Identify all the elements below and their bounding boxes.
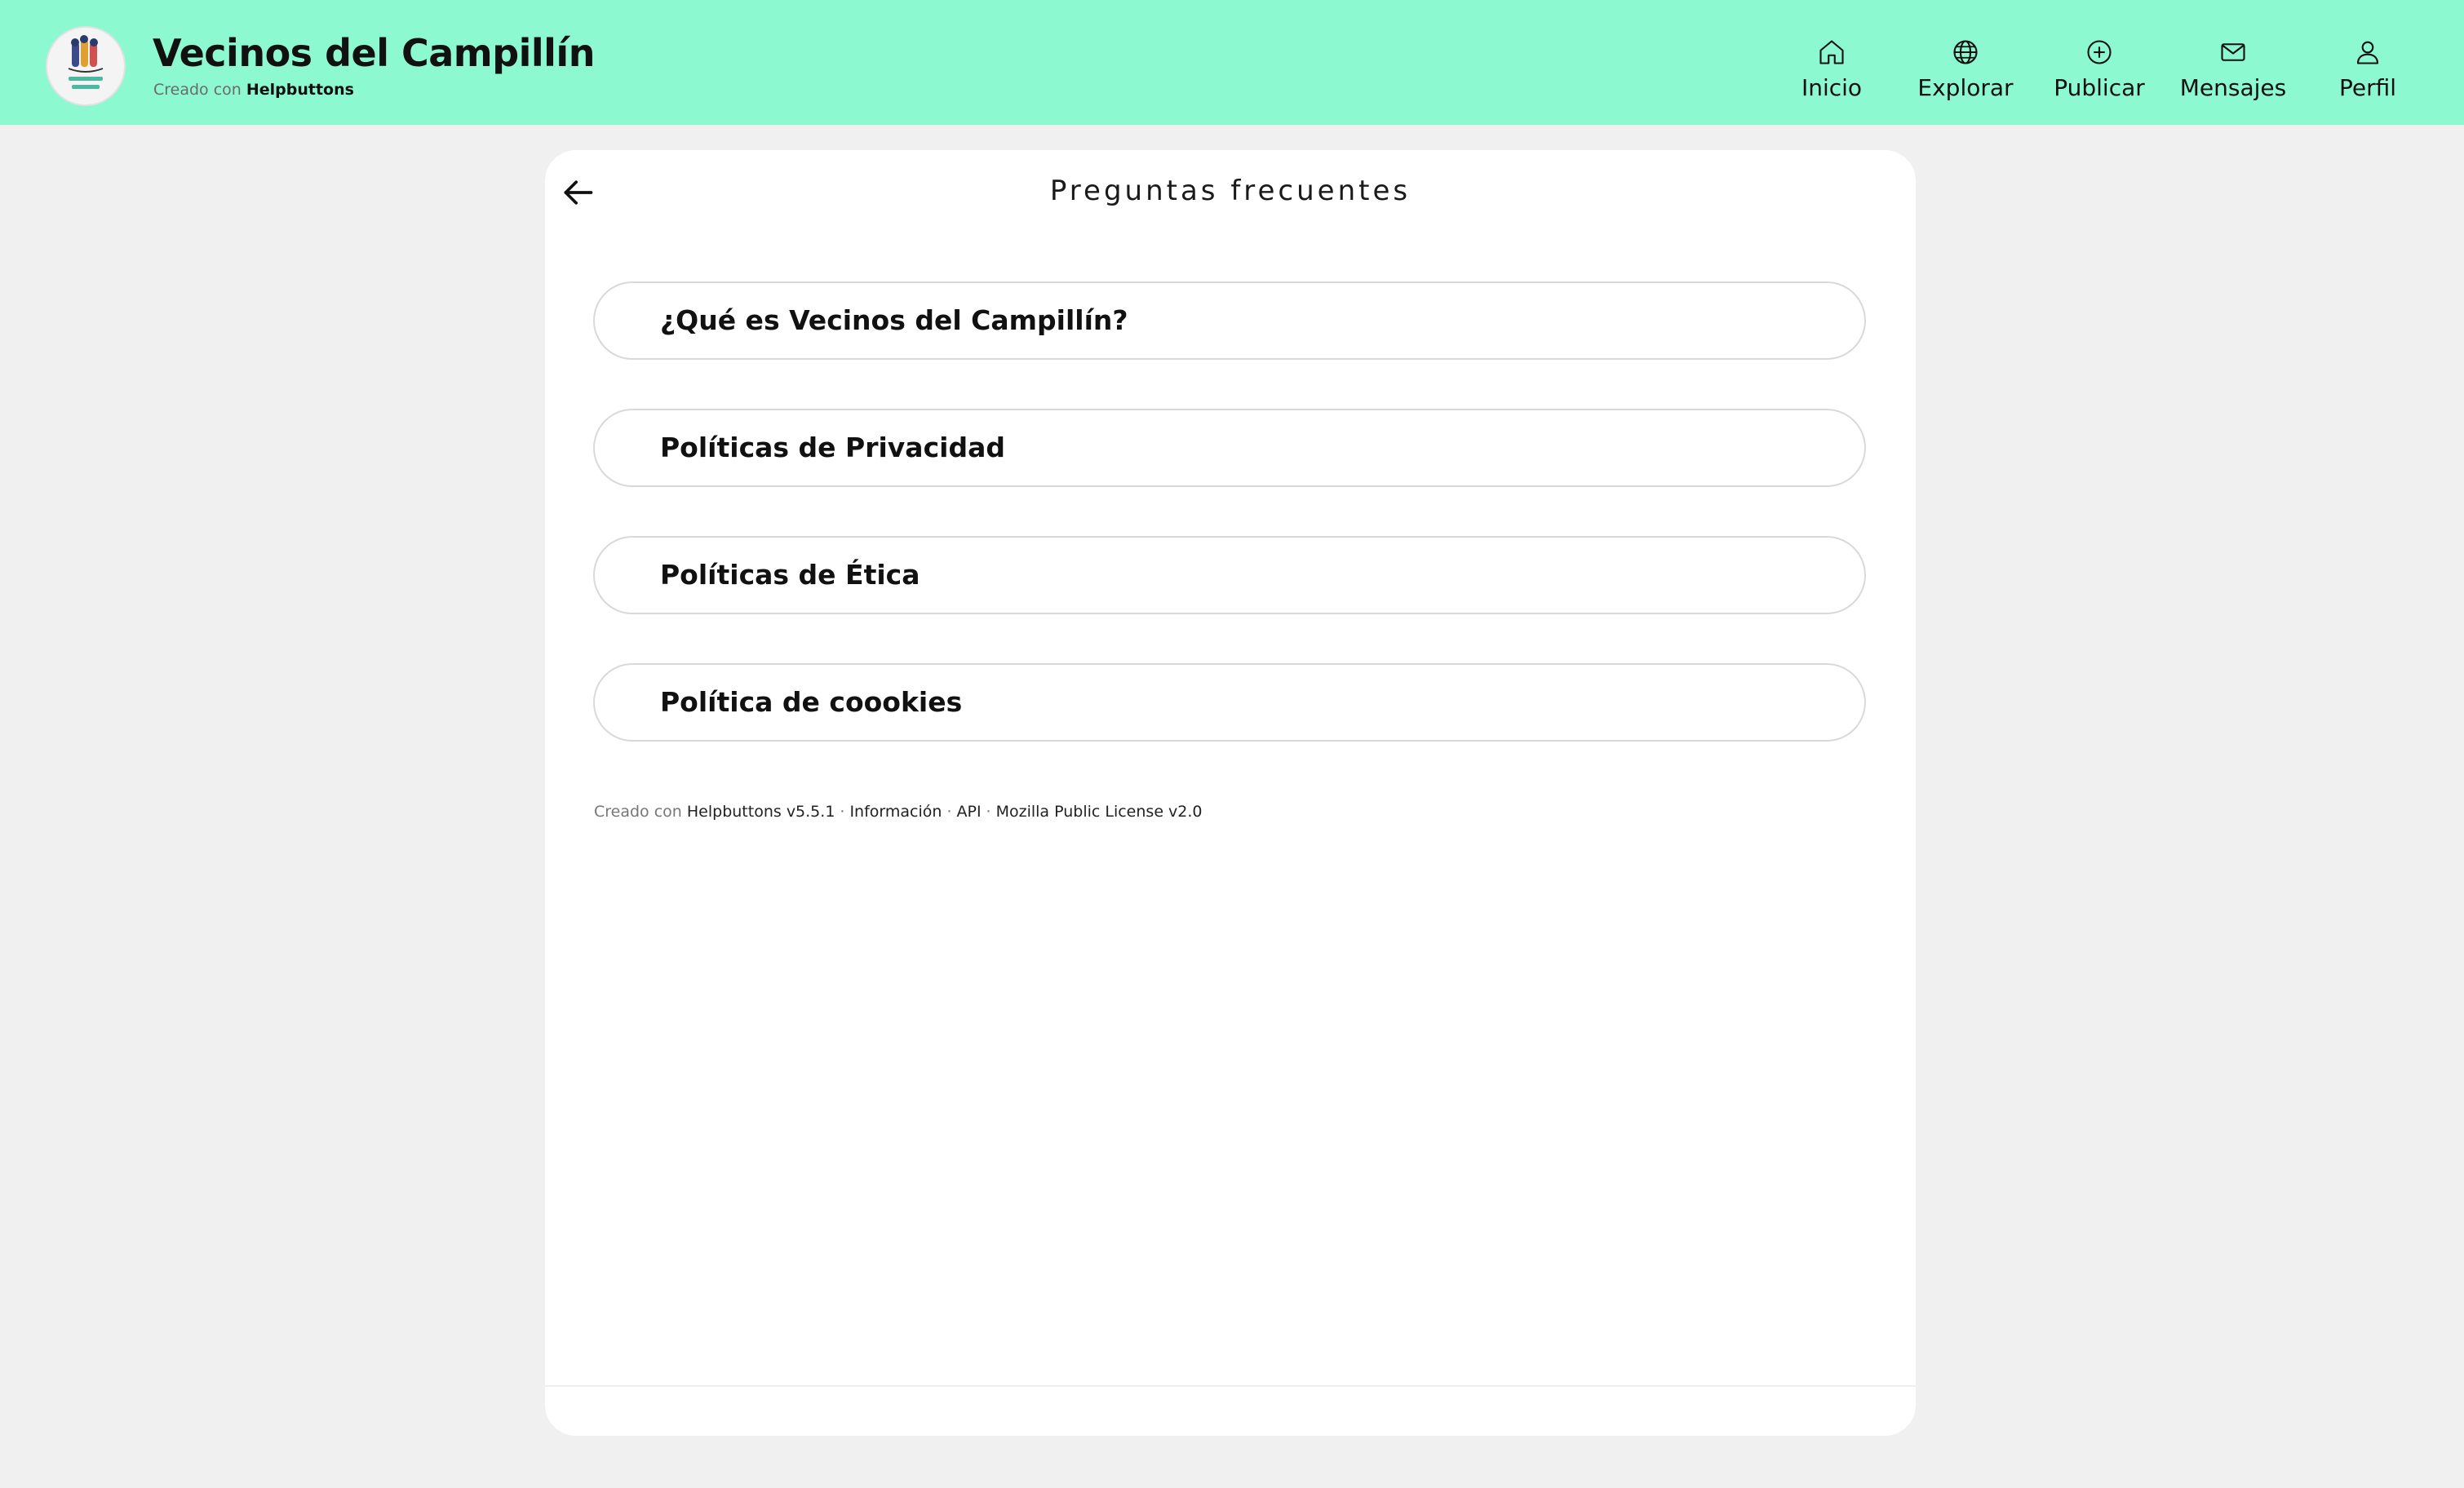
nav-label-publicar: Publicar <box>2054 74 2145 101</box>
nav-item-mensajes[interactable]: Mensajes <box>2168 36 2298 109</box>
faq-item-label: Política de coookies <box>660 686 963 718</box>
network-title[interactable]: Vecinos del Campillín <box>153 31 595 75</box>
powered-by-brand-link[interactable]: Helpbuttons <box>246 81 354 99</box>
powered-by: Creado con Helpbuttons <box>153 81 354 99</box>
footer-separator: · <box>986 803 991 821</box>
page-footer: Creado con Helpbuttons v5.5.1 · Informació… <box>594 803 1203 821</box>
globe-icon <box>1953 40 1978 64</box>
footer-separator: · <box>946 803 952 821</box>
faq-item-about[interactable]: ¿Qué es Vecinos del Campillín? <box>593 281 1866 360</box>
nav-item-explorar[interactable]: Explorar <box>1900 36 2031 109</box>
faq-item-cookies[interactable]: Política de coookies <box>593 663 1866 742</box>
faq-item-privacy[interactable]: Políticas de Privacidad <box>593 409 1866 487</box>
plus-circle-icon <box>2087 40 2112 64</box>
logo-image <box>48 29 123 104</box>
nav-item-perfil[interactable]: Perfil <box>2302 36 2433 109</box>
powered-by-prefix: Creado con <box>153 81 242 99</box>
nav-label-perfil: Perfil <box>2338 74 2397 101</box>
home-icon <box>1819 40 1844 64</box>
nav-item-publicar[interactable]: Publicar <box>2034 36 2165 109</box>
nav-label-explorar: Explorar <box>1917 74 2014 101</box>
faq-card: Preguntas frecuentes ¿Qué es Vecinos del… <box>545 150 1916 1436</box>
card-divider <box>545 1385 1916 1387</box>
mail-icon <box>2221 43 2245 61</box>
footer-info-link[interactable]: Información <box>849 803 942 821</box>
faq-item-ethics[interactable]: Políticas de Ética <box>593 536 1866 614</box>
faq-item-label: Políticas de Ética <box>660 559 920 591</box>
footer-api-link[interactable]: API <box>956 803 981 821</box>
nav-label-mensajes: Mensajes <box>2179 74 2287 101</box>
nav-label-inicio: Inicio <box>1801 74 1863 101</box>
top-header: Vecinos del Campillín Creado con Helpbutt… <box>0 0 2464 125</box>
network-logo[interactable] <box>46 26 126 106</box>
footer-license-link[interactable]: Mozilla Public License v2.0 <box>996 803 1203 821</box>
nav-item-inicio[interactable]: Inicio <box>1766 36 1897 109</box>
footer-separator: · <box>840 803 845 821</box>
footer-prefix: Creado con <box>594 803 682 821</box>
user-icon <box>2356 41 2379 64</box>
footer-version-link[interactable]: Helpbuttons v5.5.1 <box>687 803 835 821</box>
faq-item-label: ¿Qué es Vecinos del Campillín? <box>660 304 1128 336</box>
page-title: Preguntas frecuentes <box>1049 175 1411 207</box>
faq-item-label: Políticas de Privacidad <box>660 432 1005 463</box>
